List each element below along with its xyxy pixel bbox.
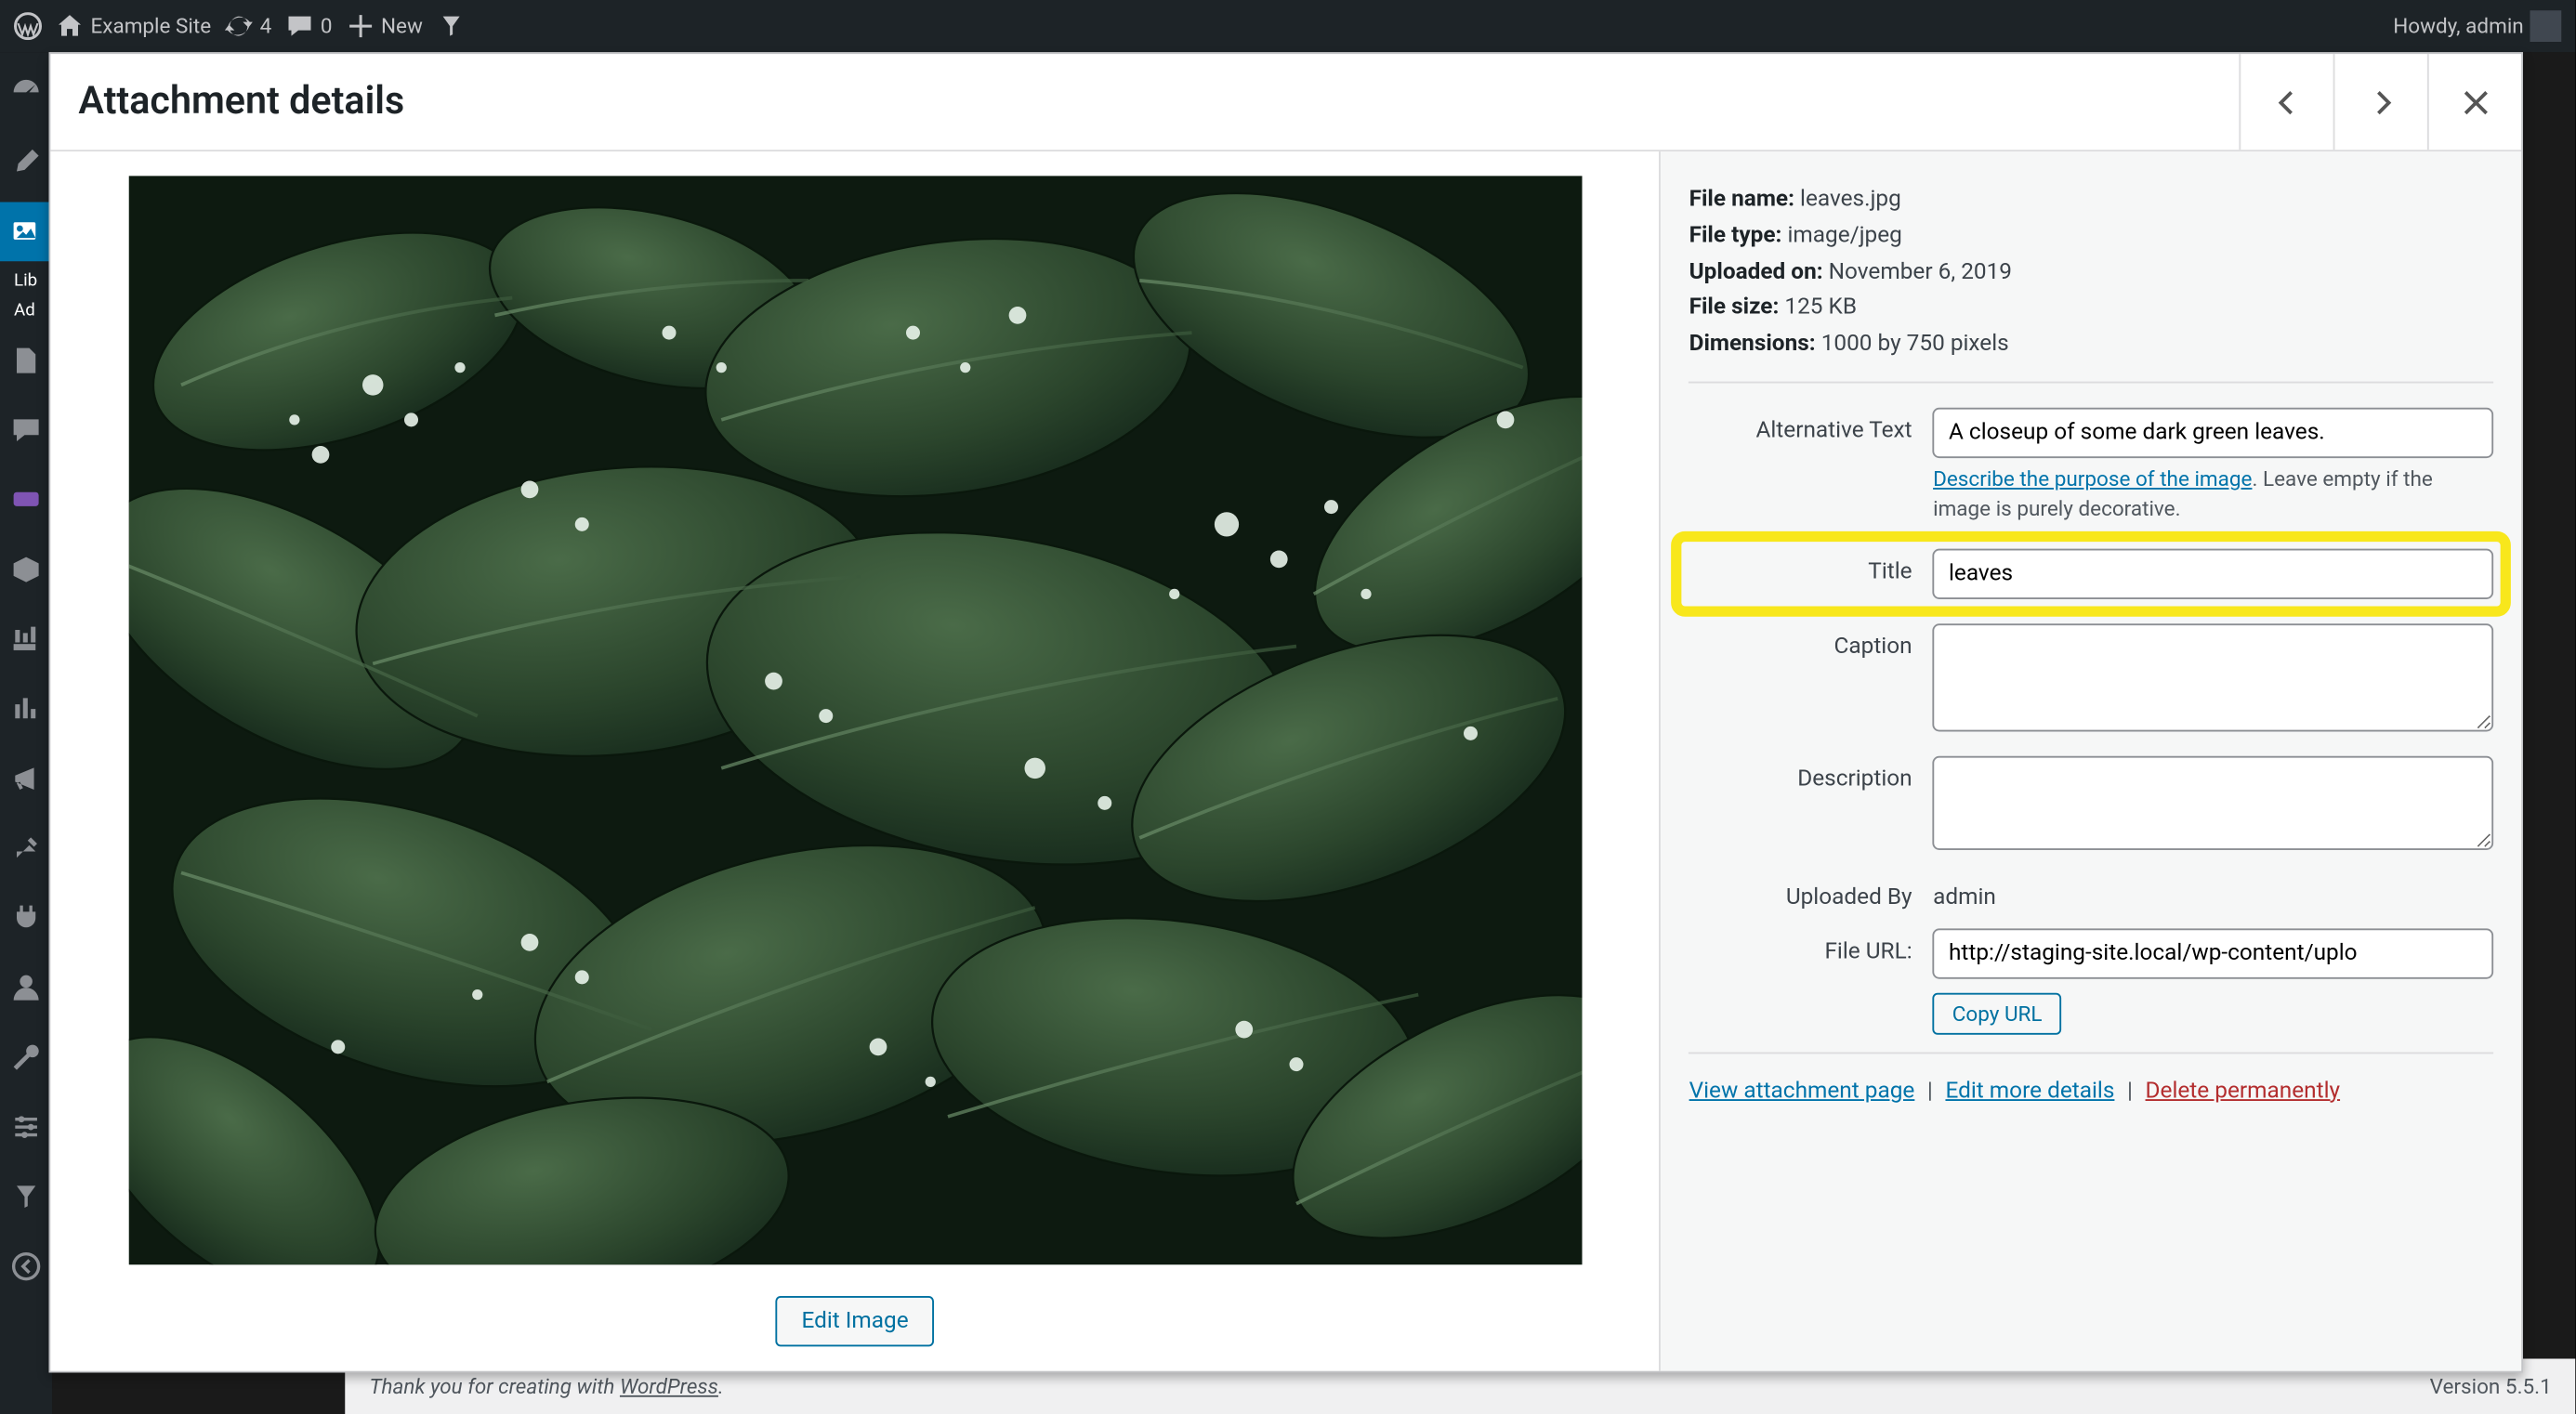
title-input[interactable] <box>1933 548 2494 598</box>
menu-seo-icon[interactable] <box>0 1167 52 1226</box>
modal-preview-pane: Edit Image <box>50 151 1659 1370</box>
menu-posts-icon[interactable] <box>0 133 52 192</box>
menu-appearance-icon[interactable] <box>0 818 52 878</box>
edit-more-link[interactable]: Edit more details <box>1945 1078 2114 1104</box>
caption-label: Caption <box>1689 622 1934 659</box>
seo-icon[interactable] <box>437 12 465 40</box>
menu-woo-icon[interactable] <box>0 470 52 530</box>
modal-title: Attachment details <box>50 80 404 124</box>
file-url-label: File URL: <box>1689 928 1934 964</box>
site-link[interactable]: Example Site <box>56 12 211 40</box>
attachment-meta: File name: leaves.jpg File type: image/j… <box>1689 183 2494 364</box>
uploaded-by-value: admin <box>1933 884 1996 910</box>
footer-version: Version 5.5.1 <box>2430 1374 2552 1398</box>
modal-close-button[interactable] <box>2428 54 2522 150</box>
attachment-image-preview <box>128 176 1582 1263</box>
wp-sidebar: Lib Ad <box>0 52 52 1414</box>
menu-analytics-icon[interactable] <box>0 679 52 739</box>
comments-link[interactable]: 0 <box>285 12 332 40</box>
menu-comments-icon[interactable] <box>0 400 52 460</box>
menu-collapse-icon[interactable] <box>0 1237 52 1296</box>
menu-dashboard-icon[interactable] <box>0 63 52 123</box>
wp-admin-bar: Example Site 4 0 New Howdy, admin <box>0 0 2576 52</box>
uploaded-by-label: Uploaded By <box>1689 873 1934 910</box>
menu-reports-icon[interactable] <box>0 609 52 669</box>
account-link[interactable]: Howdy, admin <box>2393 10 2562 42</box>
menu-media-library-label[interactable]: Lib <box>4 272 49 292</box>
modal-details-pane: File name: leaves.jpg File type: image/j… <box>1660 151 2522 1370</box>
menu-media-icon[interactable] <box>0 203 52 262</box>
edit-image-button[interactable]: Edit Image <box>775 1295 934 1345</box>
menu-products-icon[interactable] <box>0 540 52 599</box>
alt-text-input[interactable] <box>1933 408 2494 458</box>
description-label: Description <box>1689 755 1934 792</box>
description-textarea[interactable] <box>1933 755 2494 849</box>
title-label: Title <box>1689 548 1934 584</box>
modal-header: Attachment details <box>50 54 2521 151</box>
view-attachment-link[interactable]: View attachment page <box>1689 1078 1915 1104</box>
user-avatar <box>2530 10 2562 42</box>
file-url-input[interactable] <box>1933 928 2494 978</box>
menu-marketing-icon[interactable] <box>0 749 52 808</box>
caption-textarea[interactable] <box>1933 622 2494 730</box>
menu-media-add-label[interactable]: Ad <box>4 301 49 321</box>
title-row-highlight: Title <box>1682 541 2501 605</box>
alt-text-label: Alternative Text <box>1689 408 1934 444</box>
attachment-details-modal: Attachment details <box>49 52 2524 1372</box>
alt-help-link[interactable]: Describe the purpose of the image <box>1933 466 2252 491</box>
copy-url-button[interactable]: Copy URL <box>1933 992 2061 1034</box>
menu-tools-icon[interactable] <box>0 1028 52 1087</box>
wp-logo-icon[interactable] <box>14 12 42 40</box>
delete-permanently-link[interactable]: Delete permanently <box>2146 1078 2341 1104</box>
modal-prev-button[interactable] <box>2240 54 2333 150</box>
menu-users-icon[interactable] <box>0 958 52 1017</box>
updates-link[interactable]: 4 <box>225 12 271 40</box>
attachment-action-links: View attachment page | Edit more details… <box>1689 1078 2494 1104</box>
menu-settings-icon[interactable] <box>0 1097 52 1157</box>
new-link[interactable]: New <box>346 12 422 40</box>
menu-plugins-icon[interactable] <box>0 888 52 948</box>
modal-next-button[interactable] <box>2333 54 2427 150</box>
menu-pages-icon[interactable] <box>0 331 52 390</box>
footer-wp-link[interactable]: WordPress <box>620 1374 718 1398</box>
